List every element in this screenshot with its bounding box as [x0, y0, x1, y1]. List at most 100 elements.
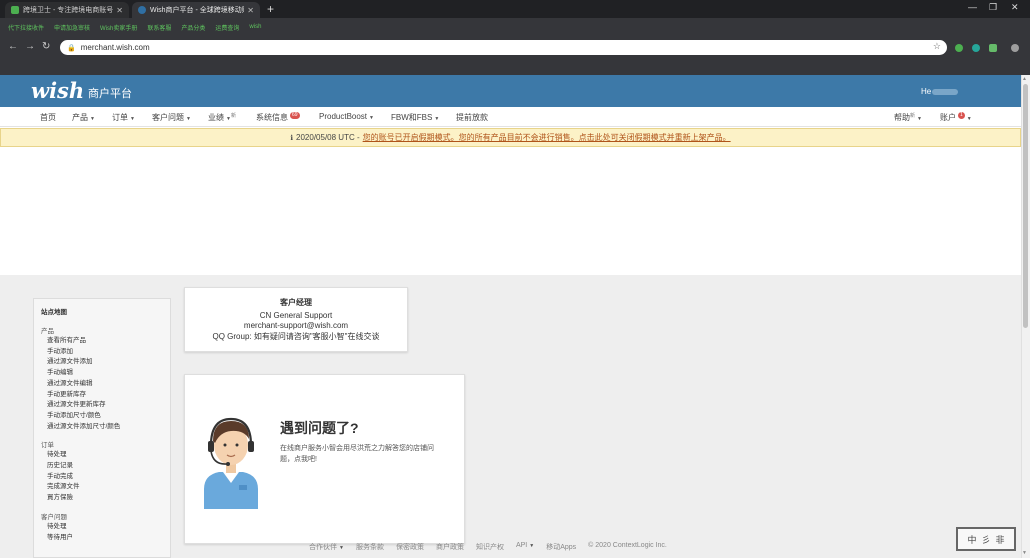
globe-icon	[138, 6, 146, 14]
footer-link-terms[interactable]: 服务条款	[356, 542, 384, 552]
caret-down-icon: ▼	[966, 116, 972, 122]
site-map-sidebar: 站点地图 产品 查看所有产品 手动添加 通过源文件添加 手动编辑 通过源文件编辑…	[33, 298, 171, 558]
sidebar-link[interactable]: 通过源文件更新库存	[41, 400, 170, 411]
footer-link-merchant-policy[interactable]: 商户政策	[436, 542, 464, 552]
address-text: merchant.wish.com	[80, 43, 150, 52]
sidebar-link[interactable]: 查看所有产品	[41, 336, 170, 347]
sidebar-link[interactable]: 通过源文件编辑	[41, 379, 170, 390]
caret-down-icon: ▼	[186, 116, 191, 122]
nav-performance[interactable]: 业绩 ▼新	[208, 112, 236, 123]
reload-icon[interactable]: ↻	[42, 41, 50, 52]
sidebar-link[interactable]: 手动更新库存	[41, 390, 170, 401]
extension-icon[interactable]	[972, 44, 980, 52]
extension-icon[interactable]	[989, 44, 997, 52]
nav-label: 系统信息	[256, 113, 288, 122]
watermark-char: 非	[995, 534, 1005, 545]
account-manager-email[interactable]: merchant-support@wish.com	[185, 321, 407, 332]
bookmark-item[interactable]: 申请加急审核	[54, 23, 90, 32]
back-icon[interactable]: ←	[8, 41, 18, 52]
profile-icon[interactable]	[1011, 44, 1019, 52]
alert-link[interactable]: 您的账号已开启假期模式。您的所有产品目前不会进行销售。点击此处可关闭假期模式并重…	[363, 132, 731, 143]
close-icon[interactable]: ✕	[116, 6, 123, 15]
sidebar-link[interactable]: 買方保險	[41, 493, 170, 504]
account-manager-title: 客户经理	[280, 298, 312, 307]
footer-link-ip[interactable]: 知识产权	[476, 542, 504, 552]
browser-tab-wish[interactable]: Wish商户平台 - 全球跨境移动购物 ✕	[132, 2, 260, 18]
nav-system-info[interactable]: 系统信息 69	[256, 112, 300, 123]
bookmark-item[interactable]: Wish卖家手册	[100, 23, 137, 32]
sidebar-link[interactable]: 手动编辑	[41, 368, 170, 379]
footer-link-mobile-apps[interactable]: 移动Apps	[546, 542, 576, 552]
browser-tab-kuajing[interactable]: 跨境卫士 - 专注跨境电商账号安全 ✕	[5, 2, 129, 18]
minimize-icon[interactable]: —	[968, 2, 977, 12]
bookmark-item[interactable]: 产品分类	[181, 23, 205, 32]
new-tab-button[interactable]: +	[267, 2, 274, 16]
help-card[interactable]: 遇到问题了? 在线商户服务小智会用尽洪荒之力解答您的店铺问题，点我吧!	[184, 374, 465, 544]
maximize-icon[interactable]: ❐	[989, 2, 997, 13]
scroll-down-icon[interactable]: ▼	[1022, 550, 1027, 556]
bookmark-item[interactable]: 运费查询	[215, 23, 239, 32]
nav-account[interactable]: 账户 1▼	[940, 112, 972, 123]
star-icon[interactable]: ☆	[933, 41, 941, 52]
shield-icon	[11, 6, 19, 14]
nav-home[interactable]: 首页	[40, 112, 56, 123]
nav-productboost[interactable]: ProductBoost ▼	[319, 112, 374, 121]
vacation-mode-alert: ℹ 2020/05/08 UTC - 您的账号已开启假期模式。您的所有产品目前不…	[0, 128, 1021, 147]
help-question: 遇到问题了?	[280, 420, 359, 436]
sidebar-link[interactable]: 完成源文件	[41, 482, 170, 493]
browser-tab-bar: 跨境卫士 - 专注跨境电商账号安全 ✕ Wish商户平台 - 全球跨境移动购物 …	[0, 0, 1030, 18]
sidebar-link[interactable]: 通过源文件添加尺寸/颜色	[41, 422, 170, 433]
watermark-char: 中	[967, 534, 977, 545]
nav-products[interactable]: 产品 ▼	[72, 112, 95, 123]
nav-label: ProductBoost	[319, 112, 368, 121]
close-window-icon[interactable]: ✕	[1011, 2, 1019, 13]
extension-icon[interactable]	[955, 44, 963, 52]
sidebar-link[interactable]: 历史记录	[41, 461, 170, 472]
bookmark-item[interactable]: 代下拉接收件	[8, 23, 44, 32]
close-icon[interactable]: ✕	[247, 6, 254, 15]
caret-down-icon: ▼	[90, 116, 95, 122]
sidebar-link[interactable]: 通过源文件添加	[41, 357, 170, 368]
browser-toolbar-band	[0, 58, 1030, 75]
sidebar-link[interactable]: 手动添加尺寸/颜色	[41, 411, 170, 422]
scrollbar-thumb[interactable]	[1023, 84, 1028, 328]
sidebar-link[interactable]: 手动完成	[41, 472, 170, 483]
footer-link-partners[interactable]: 合作伙伴 ▼	[309, 542, 344, 552]
bookmark-item[interactable]: 联系客服	[147, 23, 171, 32]
address-bar[interactable]: 🔒 merchant.wish.com ☆	[60, 40, 947, 55]
scroll-up-icon[interactable]: ▲	[1022, 76, 1027, 82]
sidebar-link[interactable]: 手动添加	[41, 347, 170, 358]
account-manager-qq[interactable]: QQ Group: 如有疑问请咨询"客服小智"在线交谈	[185, 332, 407, 343]
help-description[interactable]: 在线商户服务小智会用尽洪荒之力解答您的店铺问题，点我吧!	[280, 443, 445, 465]
bookmark-item[interactable]: wish	[249, 24, 261, 30]
tab-title: Wish商户平台 - 全球跨境移动购物	[150, 7, 244, 14]
nav-help[interactable]: 帮助新 ▼	[894, 112, 922, 123]
caret-down-icon: ▼	[434, 116, 440, 122]
nav-fbw[interactable]: FBW和FBS ▼	[391, 112, 439, 123]
wish-logo[interactable]: wish	[31, 78, 84, 103]
nav-payment[interactable]: 提前放款	[456, 112, 488, 123]
forward-icon[interactable]: →	[25, 41, 35, 52]
tab-title: 跨境卫士 - 专注跨境电商账号安全	[23, 7, 114, 14]
footer-copyright: © 2020 ContextLogic Inc.	[588, 542, 667, 549]
sidebar-link[interactable]: 待处理	[41, 450, 170, 461]
sidebar-link[interactable]: 等待用户	[41, 533, 170, 544]
nav-orders[interactable]: 订单 ▼	[112, 112, 135, 123]
nav-label: 订单	[112, 113, 128, 122]
nav-customer-issues[interactable]: 客户问题 ▼	[152, 112, 191, 123]
caret-down-icon: ▼	[339, 545, 344, 551]
caret-down-icon: ▼	[369, 115, 374, 121]
user-menu[interactable]: He	[921, 87, 959, 96]
new-sup: 新	[230, 113, 236, 119]
address-row: ← → ↻ 🔒 merchant.wish.com ☆	[0, 36, 1030, 58]
main-nav: 首页 产品 ▼ 订单 ▼ 客户问题 ▼ 业绩 ▼新 系统信息 69 ProductBoos…	[0, 107, 1021, 127]
footer-link-privacy[interactable]: 保密政策	[396, 542, 424, 552]
lock-icon: 🔒	[67, 44, 76, 52]
caret-down-icon: ▼	[529, 543, 535, 549]
account-manager-card: 客户经理 CN General Support merchant-support…	[184, 287, 408, 352]
user-name: He	[921, 87, 932, 96]
footer-link-api[interactable]: API ▼	[516, 542, 534, 552]
nav-label: 客户问题	[152, 113, 184, 122]
sidebar-link[interactable]: 待处理	[41, 522, 170, 533]
footer: 合作伙伴 ▼ 服务条款 保密政策 商户政策 知识产权 API ▼ 移动Apps © …	[309, 542, 667, 552]
